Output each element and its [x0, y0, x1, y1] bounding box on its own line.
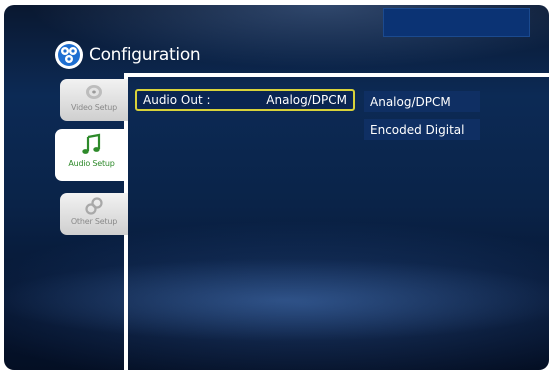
link-rings-icon: [85, 197, 103, 215]
tab-other-setup-label: Other Setup: [70, 217, 118, 226]
audio-out-value: Analog/DPCM: [266, 93, 347, 107]
disc-icon: [86, 85, 102, 99]
tab-video-setup[interactable]: Video Setup: [60, 79, 128, 121]
gear-icon: [55, 41, 83, 69]
audio-out-options: Analog/DPCM Encoded Digital: [364, 91, 480, 147]
page-title: Configuration: [89, 45, 201, 65]
tab-audio-setup-label: Audio Setup: [68, 159, 115, 168]
tab-audio-setup[interactable]: Audio Setup: [55, 129, 128, 181]
audio-out-label: Audio Out :: [143, 93, 211, 107]
top-status-bar: [383, 8, 530, 37]
tab-video-setup-label: Video Setup: [70, 103, 118, 112]
header: Configuration: [54, 40, 201, 70]
music-note-icon: [81, 133, 100, 154]
settings-panel: [124, 73, 552, 374]
option-analog-dpcm[interactable]: Analog/DPCM: [364, 91, 480, 112]
tab-other-setup[interactable]: Other Setup: [60, 193, 128, 235]
audio-out-setting[interactable]: Audio Out : Analog/DPCM: [135, 89, 355, 111]
option-encoded-digital[interactable]: Encoded Digital: [364, 119, 480, 140]
